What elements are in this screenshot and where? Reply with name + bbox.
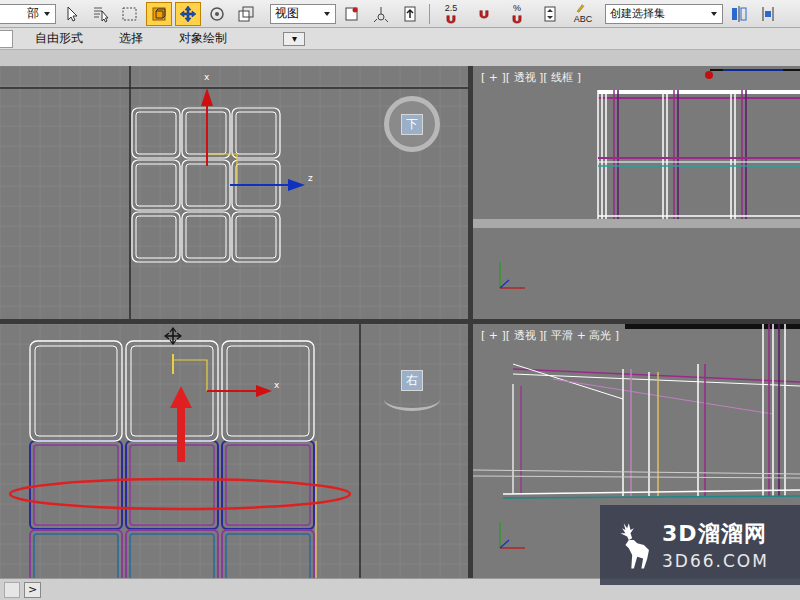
magnet-icon (476, 9, 492, 19)
svg-text:x: x (274, 380, 280, 390)
window-crossing-tool-icon (150, 5, 168, 23)
watermark-url: 3D66.COM (662, 551, 769, 571)
axis-tripod-icon (500, 522, 525, 548)
main-toolbar: 部 视图 2.5 % ABC 创建选择集 (0, 0, 800, 28)
toolbar-separator (429, 4, 430, 24)
ribbon-tab[interactable]: 对象绘制 (179, 28, 227, 49)
mirror-tool-icon (730, 5, 748, 23)
magnet-icon (443, 14, 459, 24)
timeline-start (4, 582, 20, 598)
ribbon-tab[interactable]: 自由形式 (35, 28, 83, 49)
ribbon-bar: 自由形式 选择 对象绘制 ▾ (0, 28, 800, 50)
select-by-name-tool-icon (92, 5, 110, 23)
keyboard-shortcut-tool[interactable] (397, 2, 423, 26)
align-tool[interactable] (755, 2, 781, 26)
caret-icon (710, 10, 718, 18)
region-tool[interactable] (117, 2, 143, 26)
svg-text:z: z (308, 173, 313, 183)
spinner-snap-toggle[interactable] (535, 2, 565, 26)
ribbon-collapse-field[interactable] (0, 30, 13, 48)
viewport-label-menu[interactable]: [ + ][ 透视 ][ 线框 ] (479, 70, 583, 85)
named-selection-icon (575, 3, 591, 13)
spinner-icon (541, 5, 559, 23)
svg-text:x: x (204, 72, 210, 82)
align-tool-icon (759, 5, 777, 23)
right-viewport[interactable]: x 右 (0, 324, 468, 578)
rotate-tool[interactable] (204, 2, 230, 26)
pivot-tool-icon (343, 5, 361, 23)
max-window: 部 视图 2.5 % ABC 创建选择集 自由形式 选择 对象绘制 ▾ x z 下 [… (0, 0, 800, 600)
deer-logo-icon (612, 519, 654, 571)
caret-icon (43, 10, 51, 18)
top-viewport[interactable]: x z 下 (0, 66, 468, 319)
reference-coordinate-dropdown[interactable]: 视图 (270, 4, 336, 24)
scale-tool[interactable] (233, 2, 259, 26)
move-cursor-icon (165, 328, 181, 344)
viewcube[interactable]: 右 (384, 352, 440, 411)
watermark: 3D溜溜网 3D66.COM (600, 505, 800, 585)
viewport-header-gap (0, 50, 800, 66)
watermark-text: 3D溜溜网 3D66.COM (662, 519, 769, 571)
selection-filter-dropdown[interactable]: 部 (0, 4, 56, 24)
manipulate-tool-icon (372, 5, 390, 23)
perspective-wireframe-scene (473, 66, 800, 319)
angle-snap-toggle[interactable] (469, 2, 499, 26)
snap-toggle[interactable]: 2.5 (436, 2, 466, 26)
percent-snap-toggle[interactable]: % (502, 2, 532, 26)
scale-tool-icon (237, 5, 255, 23)
keyboard-shortcut-tool-icon (401, 5, 419, 23)
caret-icon (323, 10, 331, 18)
move-tool-icon (179, 5, 197, 23)
move-tool[interactable] (175, 2, 201, 26)
viewcube-face[interactable]: 右 (401, 370, 423, 391)
rotate-tool-icon (208, 5, 226, 23)
perspective-wireframe-viewport[interactable]: [ + ][ 透视 ][ 线框 ] (473, 66, 800, 319)
named-selection-edit[interactable]: ABC (568, 2, 598, 26)
right-view-scene: x (0, 324, 468, 578)
manipulate-tool[interactable] (368, 2, 394, 26)
named-selection-set-dropdown[interactable]: 创建选择集 (605, 4, 723, 24)
timeline-next-button[interactable]: > (24, 582, 41, 598)
magnet-icon (509, 14, 525, 24)
viewcube-face[interactable]: 下 (401, 114, 423, 135)
select-tool[interactable] (59, 2, 85, 26)
viewcube[interactable]: 下 (384, 96, 440, 152)
ribbon-tab[interactable]: 选择 (119, 28, 143, 49)
region-tool-icon (121, 5, 139, 23)
pivot-tool[interactable] (339, 2, 365, 26)
window-crossing-tool[interactable] (146, 2, 172, 26)
select-tool-icon (63, 5, 81, 23)
watermark-brand: 3D溜溜网 (662, 519, 769, 549)
select-by-name-tool[interactable] (88, 2, 114, 26)
ribbon-menu-button[interactable]: ▾ (283, 32, 305, 46)
viewport-grid: x z 下 [ + ][ 透视 ][ 线框 ] x 右 [ + ][ 透视 ][ … (0, 66, 800, 578)
viewport-label-menu[interactable]: [ + ][ 透视 ][ 平滑 + 高光 ] (479, 328, 621, 343)
mirror-tool[interactable] (726, 2, 752, 26)
axis-tripod-icon (500, 262, 525, 288)
